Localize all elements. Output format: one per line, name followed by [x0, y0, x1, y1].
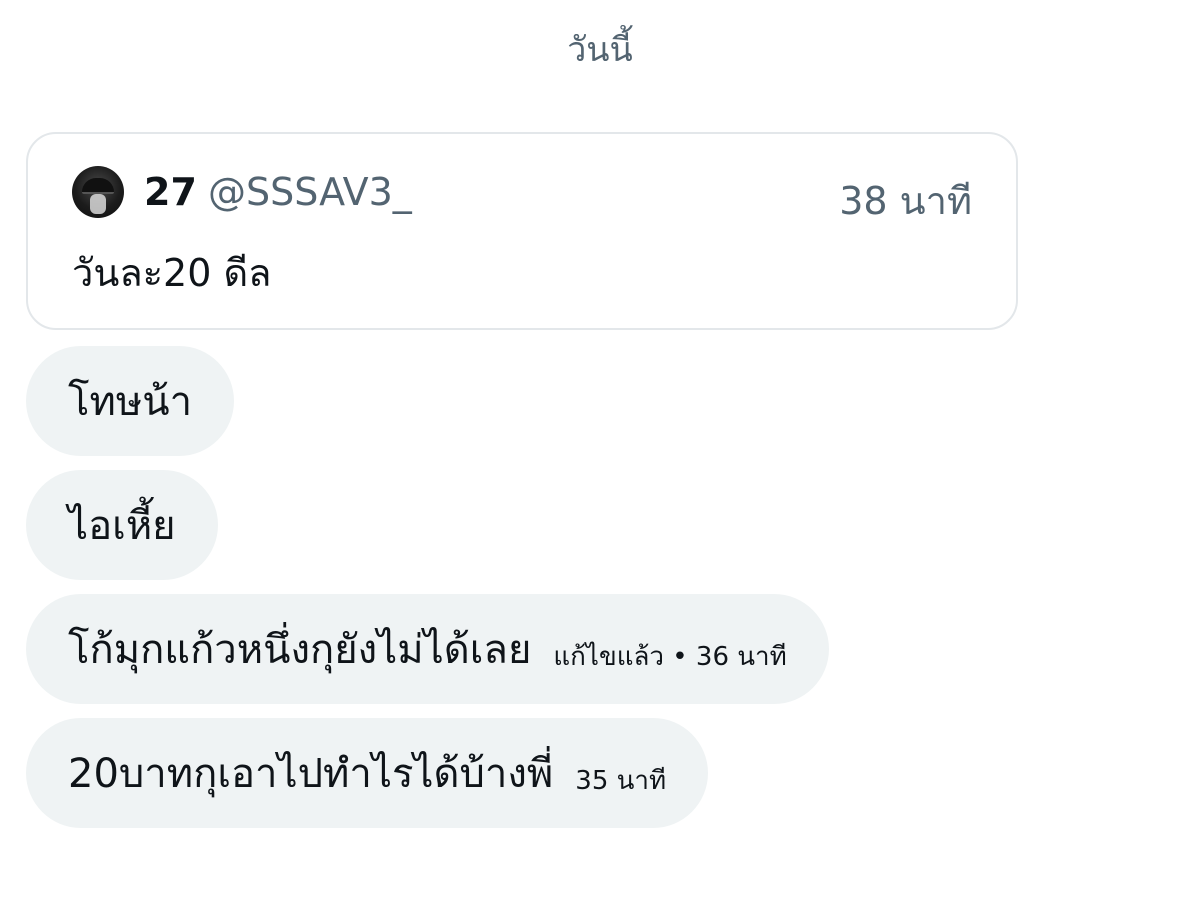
message-text: ไอเหี้ย [68, 503, 176, 549]
message-text: โก้มุกแก้วหนึ่งกุยังไม่ได้เลย [68, 627, 532, 673]
avatar-cap-shape [82, 178, 114, 194]
quoted-handle: @SSSAV3_ [208, 170, 412, 214]
message-bubble[interactable]: โก้มุกแก้วหนึ่งกุยังไม่ได้เลย แก้ไขแล้ว … [26, 594, 829, 704]
message-text: โทษน้า [68, 379, 193, 425]
avatar[interactable] [72, 166, 124, 218]
message-timestamp: 35 นาที [575, 765, 667, 796]
message-meta: แก้ไขแล้ว • 36 นาที [553, 641, 787, 672]
quoted-post-text: วันละ20 ดีล [72, 251, 272, 295]
message-bubble[interactable]: โทษน้า [26, 346, 235, 456]
message-text: 20บาทกุเอาไปทำไรได้บ้างพี่ [68, 751, 554, 797]
avatar-face-shape [90, 194, 106, 214]
message-bubble[interactable]: 20บาทกุเอาไปทำไรได้บ้างพี่ 35 นาที [26, 718, 709, 828]
message-bubble[interactable]: ไอเหี้ย [26, 470, 218, 580]
quoted-post-card[interactable]: 27 @SSSAV3_ 38 นาที วันละ20 ดีล [26, 132, 1018, 330]
quoted-display-name: 27 [144, 170, 197, 214]
date-separator: วันนี้ [567, 30, 633, 70]
quoted-timestamp: 38 นาที [839, 179, 972, 223]
